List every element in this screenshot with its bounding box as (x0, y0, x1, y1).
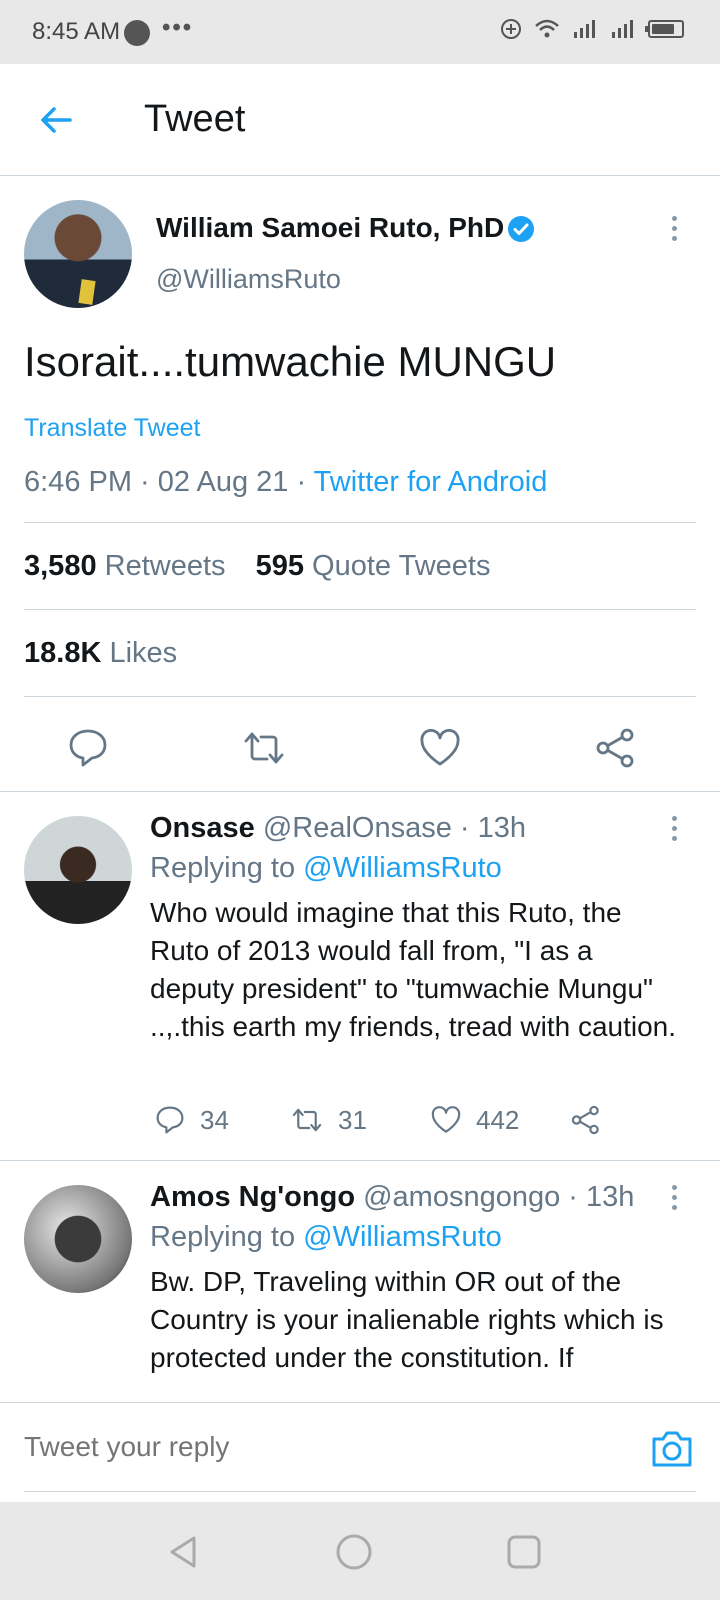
tweet-source-link[interactable]: Twitter for Android (314, 466, 548, 498)
divider (24, 609, 696, 610)
verified-icon (508, 216, 534, 242)
divider (24, 522, 696, 523)
divider (24, 1491, 696, 1492)
reply-header: Amos Ng'ongo @amosngongo · 13h (150, 1181, 634, 1214)
reply-author-name[interactable]: Amos Ng'ongo (150, 1181, 355, 1213)
reply-reply-button[interactable]: 34 (154, 1102, 229, 1138)
reply-handle-time: @RealOnsase · 13h (254, 812, 527, 844)
nav-back-icon[interactable] (164, 1532, 204, 1572)
replying-to: Replying to @WilliamsRuto (150, 852, 502, 885)
reply-share-button[interactable] (570, 1102, 602, 1138)
reply-input[interactable] (24, 1431, 584, 1463)
retweet-icon[interactable] (242, 726, 286, 770)
replying-to-handle[interactable]: @WilliamsRuto (303, 852, 502, 884)
reply-like-button[interactable]: 442 (430, 1102, 519, 1138)
reply-retweet-button[interactable]: 31 (290, 1102, 367, 1138)
translate-tweet-link[interactable]: Translate Tweet (24, 414, 200, 443)
like-stats: 18.8K Likes (24, 637, 177, 670)
reply-avatar[interactable] (24, 816, 132, 924)
tweet-timestamp: 6:46 PM · 02 Aug 21 · (24, 466, 314, 498)
reply-icon[interactable] (66, 726, 110, 770)
likes-count[interactable]: 18.8K (24, 637, 101, 669)
more-icon[interactable] (664, 1185, 684, 1215)
status-bar: 8:45 AM ••• (0, 0, 720, 64)
replying-to-label: Replying to (150, 852, 304, 884)
retweets-count[interactable]: 3,580 (24, 550, 97, 582)
author-handle[interactable]: @WilliamsRuto (156, 264, 341, 295)
tweet-meta: 6:46 PM · 02 Aug 21 · Twitter for Androi… (24, 466, 547, 499)
status-time: 8:45 AM (32, 18, 121, 45)
reply-avatar[interactable] (24, 1185, 132, 1293)
quotes-label[interactable]: Quote Tweets (312, 550, 490, 582)
more-icon[interactable] (664, 216, 684, 246)
author-name[interactable]: William Samoei Ruto, PhD (156, 212, 504, 244)
camera-icon[interactable] (650, 1429, 694, 1469)
retweets-label[interactable]: Retweets (105, 550, 226, 582)
reply-text: Who would imagine that this Ruto, the Ru… (150, 897, 677, 1042)
reply-text: Bw. DP, Traveling within OR out of the C… (150, 1266, 664, 1373)
divider (24, 696, 696, 697)
like-icon (431, 1106, 461, 1133)
nav-home-icon[interactable] (334, 1532, 374, 1572)
reply-item[interactable]: Onsase @RealOnsase · 13h Replying to @Wi… (0, 792, 720, 1160)
nav-recents-icon[interactable] (504, 1532, 544, 1572)
reply-item[interactable]: Amos Ng'ongo @amosngongo · 13h Replying … (0, 1161, 720, 1402)
retweet-stats: 3,580 Retweets 595 Quote Tweets (24, 550, 490, 583)
more-icon[interactable] (664, 816, 684, 846)
reply-icon (156, 1106, 184, 1134)
retweet-count: 31 (338, 1104, 367, 1135)
signal-icon (574, 20, 595, 38)
status-icons (500, 18, 684, 40)
reply-handle-time: @amosngongo · 13h (355, 1181, 635, 1213)
share-icon[interactable] (594, 726, 638, 770)
battery-icon (645, 20, 684, 38)
share-icon (571, 1105, 599, 1135)
quotes-count[interactable]: 595 (256, 550, 304, 582)
replying-to: Replying to @WilliamsRuto (150, 1221, 502, 1254)
signal-2-icon (612, 20, 633, 38)
tweet-actions (0, 716, 720, 800)
back-arrow-icon[interactable] (36, 100, 76, 140)
reply-author-name[interactable]: Onsase (150, 812, 255, 844)
like-icon[interactable] (418, 726, 462, 770)
wifi-icon (535, 19, 559, 38)
reply-actions: 34 31 442 (150, 1102, 670, 1142)
replying-to-handle[interactable]: @WilliamsRuto (303, 1221, 502, 1253)
page-title: Tweet (144, 98, 246, 140)
replying-to-label: Replying to (150, 1221, 304, 1253)
notification-overflow: ••• (162, 14, 194, 41)
retweet-icon (292, 1108, 322, 1132)
reply-count: 34 (200, 1104, 229, 1135)
likes-label[interactable]: Likes (109, 637, 177, 669)
system-nav-bar (0, 1502, 720, 1600)
app-header: Tweet (0, 64, 720, 176)
reply-header: Onsase @RealOnsase · 13h (150, 812, 526, 845)
reply-compose-bar (0, 1402, 720, 1496)
author-avatar[interactable] (24, 200, 132, 308)
whatsapp-icon (124, 20, 150, 46)
data-saver-icon (501, 19, 521, 39)
like-count: 442 (476, 1104, 520, 1135)
tweet-text: Isorait....tumwachie MUNGU (24, 338, 557, 385)
